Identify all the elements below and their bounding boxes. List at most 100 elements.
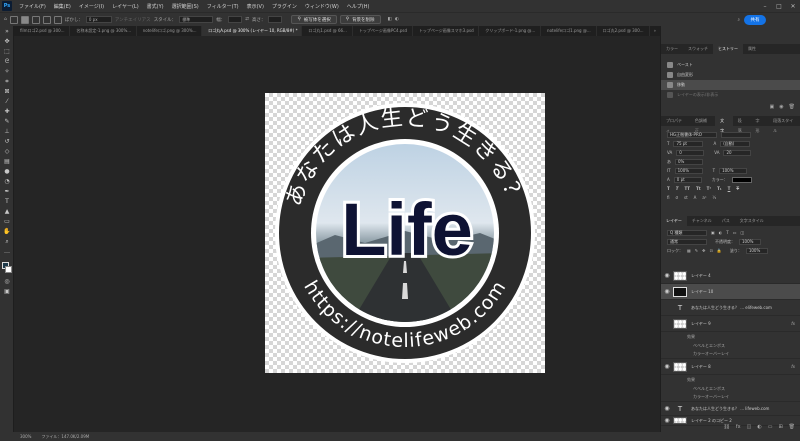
move-tool-icon[interactable]: ✥ bbox=[3, 38, 11, 45]
menu-select[interactable]: 選択範囲(S) bbox=[168, 3, 203, 10]
stylistic-icon[interactable]: st bbox=[684, 195, 688, 200]
search-icon[interactable]: ⌕ bbox=[737, 17, 740, 23]
brush-tool-icon[interactable]: ✎ bbox=[3, 118, 11, 125]
minimize-icon[interactable]: – bbox=[758, 3, 772, 10]
marquee-preset-icon[interactable] bbox=[9, 15, 18, 24]
new-selection-icon[interactable] bbox=[20, 15, 29, 24]
quick-mask-icon[interactable]: ◎ bbox=[3, 278, 11, 285]
eye-icon[interactable]: ◉ bbox=[661, 363, 673, 370]
oldstyle-icon[interactable]: ơ bbox=[676, 195, 678, 200]
layer-row[interactable]: レイヤー 9 fx bbox=[661, 316, 800, 332]
font-size-input[interactable]: 75 pt bbox=[673, 140, 704, 147]
tab-history[interactable]: ヒストリー bbox=[713, 44, 743, 54]
gradient-tool-icon[interactable]: ▤ bbox=[3, 158, 11, 165]
tab-layers[interactable]: レイヤー bbox=[661, 216, 687, 226]
underline-icon[interactable]: T bbox=[728, 186, 731, 191]
faux-italic-icon[interactable]: T bbox=[676, 186, 679, 191]
eyedropper-tool-icon[interactable]: ⁄ bbox=[3, 98, 11, 105]
tab-document[interactable]: トップページ画像スマホ3.psd bbox=[413, 26, 480, 36]
marquee-tool-icon[interactable]: ⬚ bbox=[3, 48, 11, 55]
baseline-input[interactable]: 0 pt bbox=[673, 176, 702, 183]
subtract-selection-icon[interactable] bbox=[42, 15, 51, 24]
menu-image[interactable]: イメージ(I) bbox=[75, 3, 108, 10]
history-item-selected[interactable]: 移動 bbox=[661, 80, 800, 90]
eye-icon[interactable]: ◉ bbox=[661, 405, 673, 412]
style-select[interactable]: 標準 bbox=[179, 16, 214, 23]
fx-icon[interactable]: fx bbox=[791, 321, 795, 326]
eraser-tool-icon[interactable]: ◇ bbox=[3, 148, 11, 155]
add-style-icon[interactable]: fx bbox=[736, 424, 741, 432]
opacity-input[interactable]: 100% bbox=[739, 238, 761, 245]
tab-document[interactable]: notelifeロゴ1.png @... bbox=[541, 26, 597, 36]
effect-row[interactable]: カラーオーバーレイ bbox=[661, 350, 800, 359]
font-style-select[interactable] bbox=[721, 131, 751, 138]
antialias-checkbox[interactable]: アンチエイリアス bbox=[115, 17, 151, 23]
healing-brush-icon[interactable]: ✚ bbox=[3, 108, 11, 115]
layer-kind-filter[interactable]: Q 種類 bbox=[667, 229, 707, 236]
feather-input[interactable]: 0 px bbox=[85, 16, 112, 23]
lasso-tool-icon[interactable]: ᘓ bbox=[3, 58, 11, 65]
menu-filter[interactable]: フィルター(T) bbox=[203, 3, 243, 10]
snapshot-icon[interactable]: ▣ bbox=[770, 104, 775, 110]
tab-overflow-icon[interactable]: » bbox=[650, 26, 660, 36]
tab-swatches[interactable]: スウォッチ bbox=[683, 44, 713, 54]
tab-character[interactable]: 文字 bbox=[715, 116, 733, 133]
home-icon[interactable]: ⌂ bbox=[4, 17, 7, 22]
filter-smart-icon[interactable]: ◫ bbox=[741, 230, 745, 235]
fraction-icon[interactable]: ½ bbox=[712, 195, 716, 200]
tab-adjustments[interactable]: 色調補正 bbox=[690, 116, 715, 133]
history-item[interactable]: ペースト bbox=[661, 60, 800, 70]
effect-row[interactable]: カラーオーバーレイ bbox=[661, 393, 800, 402]
height-input[interactable] bbox=[268, 16, 283, 23]
background-color-swatch[interactable] bbox=[5, 266, 12, 273]
blend-mode-select[interactable]: 通常 bbox=[667, 238, 707, 245]
effect-row[interactable]: 効果 bbox=[661, 332, 800, 341]
eye-icon[interactable]: ◉ bbox=[661, 272, 673, 279]
tsume-input[interactable]: 0% bbox=[675, 158, 703, 165]
document-canvas[interactable]: Life あなたは人生どう生きる？ https://notelifeweb.co… bbox=[265, 93, 545, 373]
width-input[interactable] bbox=[228, 16, 243, 23]
layer-row[interactable]: ◉ T あなたは人生どう生きる？ ... lifeweb.com bbox=[661, 402, 800, 416]
tab-document-active[interactable]: ロゴ丸A.psd @ 300% (レイヤー 10, RGB/8#) * bbox=[202, 26, 303, 36]
tab-properties[interactable]: 属性 bbox=[743, 44, 761, 54]
superscript-icon[interactable]: T¹ bbox=[707, 186, 711, 191]
menu-file[interactable]: ファイル(F) bbox=[15, 3, 50, 10]
small-caps-icon[interactable]: Tt bbox=[696, 186, 701, 191]
delete-layer-icon[interactable]: 🗑 bbox=[789, 424, 795, 432]
leading-input[interactable]: (自動) bbox=[720, 140, 751, 147]
contrast-icon[interactable]: ◐ bbox=[395, 17, 399, 22]
vertical-scale-input[interactable]: 100% bbox=[674, 167, 703, 174]
trash-icon[interactable]: 🗑 bbox=[789, 104, 795, 110]
tab-color[interactable]: カラー bbox=[661, 44, 683, 54]
lock-all-icon[interactable]: 🔒 bbox=[717, 248, 722, 253]
magic-wand-tool-icon[interactable]: ✧ bbox=[3, 68, 11, 75]
all-caps-icon[interactable]: TT bbox=[684, 186, 690, 191]
select-subject-button[interactable]: ⚲ 被写体を選択 bbox=[291, 15, 337, 24]
pen-tool-icon[interactable]: ✒ bbox=[3, 188, 11, 195]
strikethrough-icon[interactable]: T bbox=[736, 186, 739, 191]
menu-help[interactable]: ヘルプ(H) bbox=[343, 3, 374, 10]
tab-document[interactable]: クリップボード-1.png @... bbox=[479, 26, 542, 36]
zoom-tool-icon[interactable]: ⌕ bbox=[3, 238, 11, 245]
font-family-select[interactable]: HG正楷書体-PRO bbox=[667, 131, 717, 138]
layer-row[interactable]: ◉ レイヤー 4 bbox=[661, 268, 800, 284]
link-layers-icon[interactable]: ⛓ bbox=[724, 424, 730, 432]
history-brush-icon[interactable]: ↺ bbox=[3, 138, 11, 145]
collapse-icon[interactable]: » bbox=[3, 28, 11, 35]
frame-tool-icon[interactable]: ⊠ bbox=[3, 88, 11, 95]
remove-background-button[interactable]: ⚲ 背景を削除 bbox=[339, 15, 381, 24]
tab-document[interactable]: トップページ画像PC4.psd bbox=[353, 26, 413, 36]
maximize-icon[interactable]: □ bbox=[772, 3, 786, 10]
menu-window[interactable]: ウィンドウ(W) bbox=[301, 3, 343, 10]
more-tools-icon[interactable]: … bbox=[3, 248, 11, 255]
clone-stamp-icon[interactable]: ⊥ bbox=[3, 128, 11, 135]
path-select-icon[interactable]: ▲ bbox=[3, 208, 11, 215]
hand-tool-icon[interactable]: ✋ bbox=[3, 228, 11, 235]
eye-icon[interactable]: ◉ bbox=[661, 288, 673, 295]
ligature-icon[interactable]: fi bbox=[667, 195, 670, 200]
camera-icon[interactable]: ◉ bbox=[779, 104, 783, 110]
tab-properties[interactable]: プロパティ bbox=[661, 116, 690, 133]
tab-paragraph[interactable]: 段落 bbox=[733, 116, 751, 133]
fill-input[interactable]: 100% bbox=[745, 247, 768, 254]
type-tool-icon[interactable]: T bbox=[3, 198, 11, 205]
